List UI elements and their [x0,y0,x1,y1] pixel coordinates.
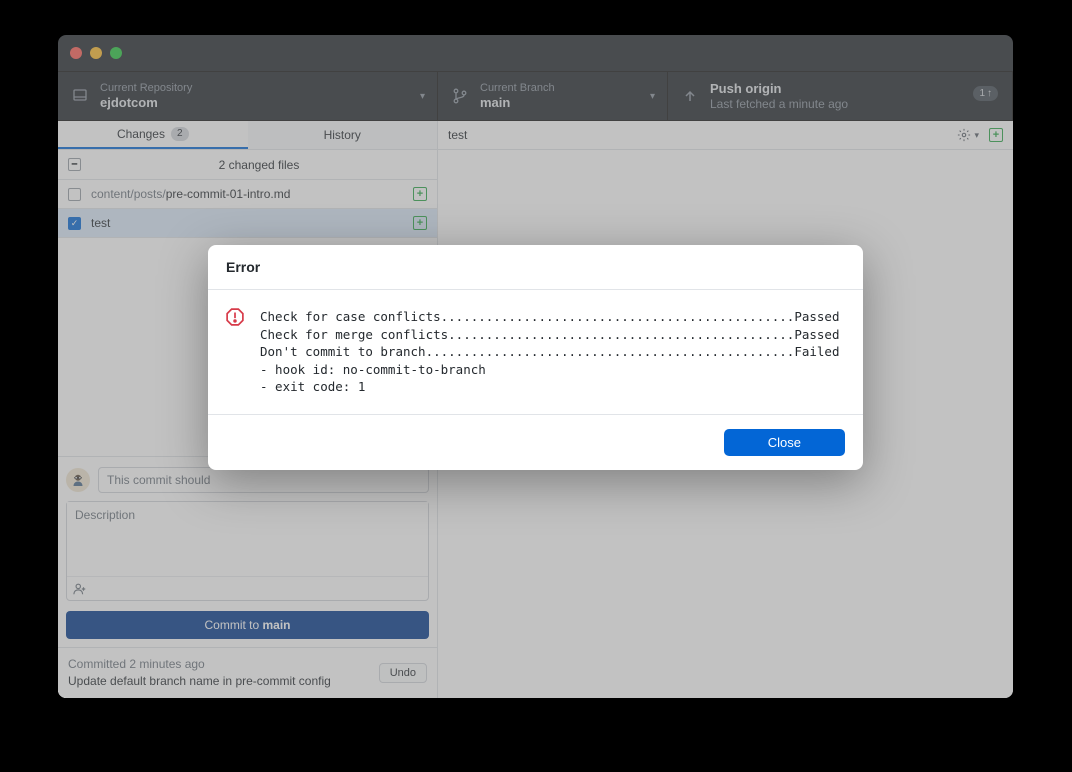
dialog-title: Error [208,245,863,290]
app-window: Current Repository ejdotcom ▾ Current Br… [58,35,1013,698]
dialog-message: Check for case conflicts................… [260,308,839,396]
modal-overlay: Error Check for case conflicts..........… [58,35,1013,698]
close-button[interactable]: Close [724,429,845,456]
error-dialog: Error Check for case conflicts..........… [208,245,863,470]
stop-icon [226,308,244,396]
